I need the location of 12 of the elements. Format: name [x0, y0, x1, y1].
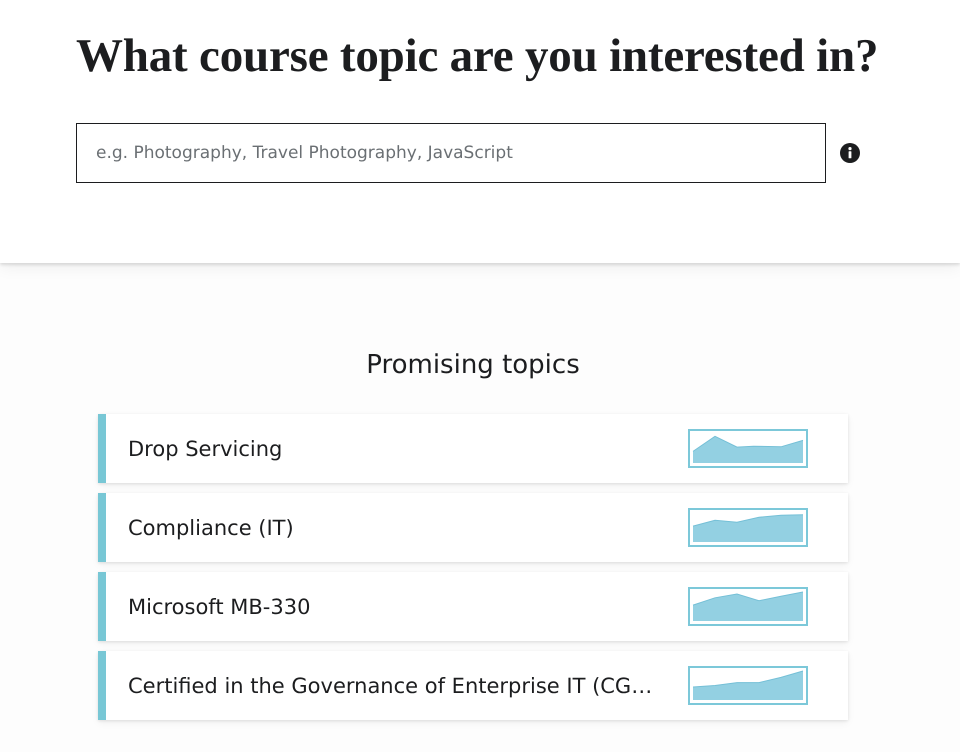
topic-search-field[interactable]: e.g. Photography, Travel Photography, JavaScript: [76, 123, 826, 183]
topic-name: Compliance (IT): [128, 516, 294, 540]
topic-name: Certified in the Governance of Enterprise IT (CG…: [128, 674, 652, 698]
topic-card[interactable]: Compliance (IT): [98, 493, 848, 562]
page-heading: What course topic are you interested in?: [76, 29, 878, 84]
info-icon[interactable]: [840, 143, 860, 163]
topic-card[interactable]: Drop Servicing: [98, 414, 848, 483]
topic-name: Microsoft MB-330: [128, 594, 310, 618]
section-title: Promising topics: [366, 349, 580, 382]
topic-name: Drop Servicing: [128, 436, 282, 460]
topic-card[interactable]: Certified in the Governance of Enterprise IT (CG…: [98, 651, 848, 720]
topic-card[interactable]: Microsoft MB-330: [98, 572, 848, 641]
